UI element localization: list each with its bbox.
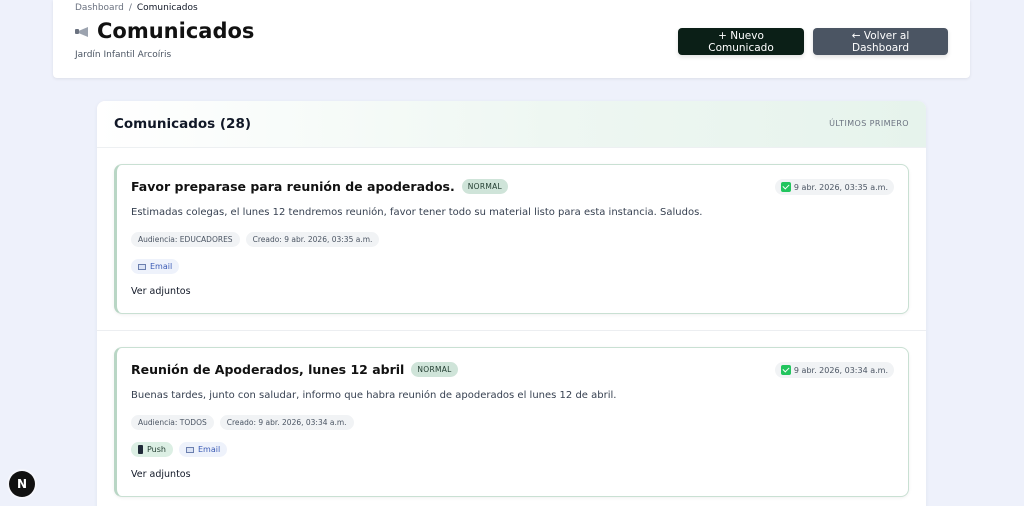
page-title-text: Comunicados: [97, 19, 255, 43]
card-title-row: Reunión de Apoderados, lunes 12 abril NO…: [131, 362, 458, 377]
created-chip: Creado: 9 abr. 2026, 03:34 a.m.: [219, 415, 354, 430]
school-name: Jardín Infantil Arcoíris: [75, 50, 172, 60]
priority-badge: NORMAL: [411, 362, 458, 377]
view-attachments-link[interactable]: Ver adjuntos: [131, 286, 191, 297]
audience-chip: Audiencia: TODOS: [131, 415, 214, 430]
breadcrumb-dashboard-link[interactable]: Dashboard: [75, 3, 124, 13]
announcement-card[interactable]: Favor preparase para reunión de apoderad…: [114, 164, 909, 314]
breadcrumb-separator: /: [128, 3, 132, 13]
priority-badge: NORMAL: [461, 179, 509, 194]
announcement-body: Buenas tardes, junto con saludar, inform…: [131, 390, 617, 401]
list-item: Favor preparase para reunión de apoderad…: [97, 148, 926, 331]
channels: Email: [131, 259, 180, 274]
list-item: Reunión de Apoderados, lunes 12 abril NO…: [97, 331, 926, 506]
sent-status-badge: 9 abr. 2026, 03:35 a.m.: [774, 179, 894, 195]
panel-header: Comunicados (28) ÚLTIMOS PRIMERO: [97, 101, 926, 148]
megaphone-icon: [75, 24, 91, 38]
push-channel-badge: Push: [131, 442, 173, 457]
sent-date: 9 abr. 2026, 03:35 a.m.: [793, 182, 888, 192]
view-attachments-link[interactable]: Ver adjuntos: [131, 469, 191, 480]
email-channel-badge: Email: [131, 259, 180, 274]
phone-icon: [138, 445, 143, 454]
created-chip: Creado: 9 abr. 2026, 03:35 a.m.: [245, 232, 380, 247]
breadcrumb-current: Comunicados: [136, 3, 198, 13]
sent-status-badge: 9 abr. 2026, 03:34 a.m.: [774, 362, 894, 378]
sent-date: 9 abr. 2026, 03:34 a.m.: [793, 365, 888, 375]
sort-order-label[interactable]: ÚLTIMOS PRIMERO: [829, 119, 909, 128]
audience-chip: Audiencia: EDUCADORES: [131, 232, 240, 247]
breadcrumb: Dashboard / Comunicados: [75, 3, 198, 13]
check-icon: [780, 365, 791, 375]
announcement-meta: Audiencia: TODOS Creado: 9 abr. 2026, 03…: [131, 415, 354, 430]
announcements-panel: Comunicados (28) ÚLTIMOS PRIMERO Favor p…: [97, 101, 926, 506]
page-header: Dashboard / Comunicados Comunicados Jard…: [53, 0, 970, 78]
announcements-count-title: Comunicados (28): [114, 116, 252, 132]
email-channel-label: Email: [198, 445, 221, 454]
page-title: Comunicados: [75, 19, 254, 43]
back-to-dashboard-button[interactable]: ← Volver al Dashboard: [813, 28, 948, 55]
email-icon: [186, 446, 194, 453]
announcement-title: Favor preparase para reunión de apoderad…: [131, 179, 455, 194]
announcement-title: Reunión de Apoderados, lunes 12 abril: [131, 362, 405, 377]
check-icon: [780, 182, 791, 192]
email-icon: [138, 263, 146, 270]
email-channel-label: Email: [150, 262, 173, 271]
announcement-meta: Audiencia: EDUCADORES Creado: 9 abr. 202…: [131, 232, 380, 247]
push-channel-label: Push: [147, 445, 166, 454]
channels: Push Email: [131, 442, 228, 457]
nextjs-devtools-button[interactable]: N: [9, 471, 35, 497]
announcement-body: Estimadas colegas, el lunes 12 tendremos…: [131, 207, 703, 218]
new-announcement-button[interactable]: + Nuevo Comunicado: [678, 28, 804, 55]
announcement-card[interactable]: Reunión de Apoderados, lunes 12 abril NO…: [114, 347, 909, 497]
card-title-row: Favor preparase para reunión de apoderad…: [131, 179, 509, 194]
email-channel-badge: Email: [179, 442, 228, 457]
